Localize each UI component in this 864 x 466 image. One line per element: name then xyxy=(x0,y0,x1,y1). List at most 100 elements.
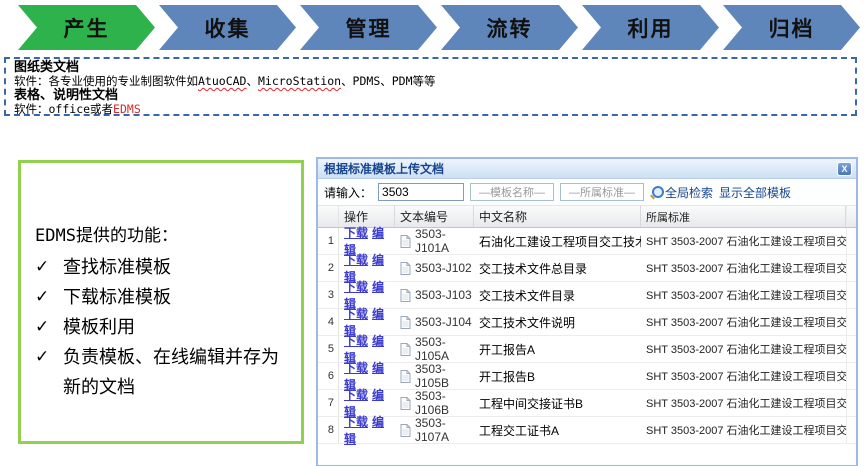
feature-item: ✓负责模板、在线编辑并存为新的文档 xyxy=(35,342,293,402)
flow-step-label: 流转 xyxy=(487,13,533,43)
row-number: 8 xyxy=(318,417,339,443)
note-title-drawings: 图纸类文档 xyxy=(14,60,847,74)
row-number: 7 xyxy=(318,390,339,416)
row-actions: 下载编辑 xyxy=(339,413,395,447)
doc-name: 开工报告A xyxy=(474,341,641,358)
doc-number-cell: 3503-J104 xyxy=(395,315,474,329)
table-row[interactable]: 2 下载编辑 3503-J102 交工技术文件总目录 SHT 3503-2007… xyxy=(318,255,856,282)
table-row[interactable]: 1 下载编辑 3503-J101A 石油化工建设工程项目交工技术文件封面A SH… xyxy=(318,228,856,255)
feature-item: ✓下载标准模板 xyxy=(35,282,293,312)
row-number: 3 xyxy=(318,282,339,308)
check-icon: ✓ xyxy=(35,312,63,342)
row-gutter xyxy=(846,282,856,308)
document-icon xyxy=(400,397,411,410)
note-title-tables: 表格、说明性文档 xyxy=(14,88,847,102)
flow-step-label: 管理 xyxy=(346,13,392,43)
download-link[interactable]: 下载 xyxy=(344,388,368,402)
download-link[interactable]: 下载 xyxy=(344,226,368,240)
doc-standard: SHT 3503-2007 石油化工建设工程项目交工… xyxy=(641,260,846,276)
check-icon: ✓ xyxy=(35,342,63,402)
spellcheck-term: AtuoCAD xyxy=(198,74,246,88)
search-input[interactable] xyxy=(378,183,464,201)
flow-step-label: 产生 xyxy=(64,13,110,43)
table-body: 1 下载编辑 3503-J101A 石油化工建设工程项目交工技术文件封面A SH… xyxy=(318,228,856,444)
table-row[interactable]: 3 下载编辑 3503-J103 交工技术文件目录 SHT 3503-2007 … xyxy=(318,282,856,309)
table-row[interactable]: 5 下载编辑 3503-J105A 开工报告A SHT 3503-2007 石油… xyxy=(318,336,856,363)
table-row[interactable]: 7 下载编辑 3503-J106B 工程中间交接证书B SHT 3503-200… xyxy=(318,390,856,417)
doc-standard: SHT 3503-2007 石油化工建设工程项目交工… xyxy=(641,368,846,384)
doc-number-cell: 3503-J103 xyxy=(395,288,474,302)
doc-number: 3503-J106B xyxy=(415,389,474,417)
global-search-button[interactable]: 全局检索 xyxy=(650,184,713,201)
table-row[interactable]: 8 下载编辑 3503-J107A 工程交工证书A SHT 3503-2007 … xyxy=(318,417,856,444)
download-link[interactable]: 下载 xyxy=(344,253,368,267)
header-gutter xyxy=(846,206,856,227)
doc-standard: SHT 3503-2007 石油化工建设工程项目交工… xyxy=(641,341,846,357)
header-standard: 所属标准 xyxy=(641,206,846,227)
check-icon: ✓ xyxy=(35,282,63,312)
doc-standard: SHT 3503-2007 石油化工建设工程项目交工… xyxy=(641,395,846,411)
search-toolbar: 请输入： —模板名称— —所属标准— 全局检索 显示全部模板 xyxy=(318,179,856,206)
feature-item: ✓查找标准模板 xyxy=(35,252,293,282)
flow-step-produce: 产生 xyxy=(18,5,155,50)
table-row[interactable]: 4 下载编辑 3503-J104 交工技术文件说明 SHT 3503-2007 … xyxy=(318,309,856,336)
download-link[interactable]: 下载 xyxy=(344,280,368,294)
row-gutter xyxy=(846,390,856,416)
doc-name: 交工技术文件说明 xyxy=(474,314,641,331)
show-all-templates-button[interactable]: 显示全部模板 xyxy=(719,184,791,201)
standard-select[interactable]: —所属标准— xyxy=(560,183,644,201)
document-icon xyxy=(400,262,411,275)
download-link[interactable]: 下载 xyxy=(344,415,368,429)
download-link[interactable]: 下载 xyxy=(344,307,368,321)
document-icon xyxy=(400,343,411,356)
doc-number-cell: 3503-J105B xyxy=(395,362,474,390)
row-gutter xyxy=(846,336,856,362)
doc-number-cell: 3503-J106B xyxy=(395,389,474,417)
doc-number: 3503-J105A xyxy=(415,335,474,363)
document-icon xyxy=(400,316,411,329)
flow-step-label: 利用 xyxy=(628,13,674,43)
doc-number: 3503-J105B xyxy=(415,362,474,390)
doc-number-cell: 3503-J102 xyxy=(395,261,474,275)
row-gutter xyxy=(846,417,856,443)
doc-number: 3503-J104 xyxy=(415,315,472,329)
header-doc-no: 文本编号 xyxy=(395,206,474,227)
flow-step-utilize: 利用 xyxy=(582,5,719,50)
doc-number: 3503-J102 xyxy=(415,261,472,275)
row-gutter xyxy=(846,255,856,281)
close-icon[interactable]: X xyxy=(837,162,852,176)
doc-standard: SHT 3503-2007 石油化工建设工程项目交工… xyxy=(641,287,846,303)
document-icon xyxy=(400,370,411,383)
doc-number: 3503-J103 xyxy=(415,288,472,302)
row-number: 6 xyxy=(318,363,339,389)
window-title: 根据标准模板上传文档 xyxy=(324,160,837,177)
features-title: EDMS提供的功能： xyxy=(35,221,293,246)
template-name-select[interactable]: —模板名称— xyxy=(470,183,554,201)
document-icon xyxy=(400,289,411,302)
upload-template-window: 根据标准模板上传文档 X 请输入： —模板名称— —所属标准— 全局检索 显示全… xyxy=(316,157,858,466)
flow-step-manage: 管理 xyxy=(300,5,437,50)
header-rownum xyxy=(318,206,339,227)
doc-name: 工程交工证书A xyxy=(474,422,641,439)
doc-standard: SHT 3503-2007 石油化工建设工程项目交工… xyxy=(641,233,846,249)
row-gutter xyxy=(846,363,856,389)
edms-features-box: EDMS提供的功能： ✓查找标准模板 ✓下载标准模板 ✓模板利用 ✓负责模板、在… xyxy=(18,160,304,444)
edms-highlight: EDMS xyxy=(113,102,141,116)
process-flow-bar: 产生 收集 管理 流转 利用 归档 xyxy=(18,5,860,50)
flow-step-transfer: 流转 xyxy=(441,5,578,50)
header-name: 中文名称 xyxy=(474,206,641,227)
document-icon xyxy=(400,235,411,248)
slide-canvas: 产生 收集 管理 流转 利用 归档 图纸类文档 软件：各专业使用的专业制图软件如… xyxy=(0,0,864,466)
doc-name: 工程中间交接证书B xyxy=(474,395,641,412)
row-number: 1 xyxy=(318,228,339,254)
doc-number-cell: 3503-J101A xyxy=(395,227,474,255)
doc-name: 交工技术文件目录 xyxy=(474,287,641,304)
doc-name: 石油化工建设工程项目交工技术文件封面A xyxy=(474,233,641,250)
document-icon xyxy=(400,424,411,437)
document-types-note: 图纸类文档 软件：各专业使用的专业制图软件如AtuoCAD、MicroStati… xyxy=(4,57,857,116)
table-row[interactable]: 6 下载编辑 3503-J105B 开工报告B SHT 3503-2007 石油… xyxy=(318,363,856,390)
download-link[interactable]: 下载 xyxy=(344,334,368,348)
flow-step-label: 收集 xyxy=(205,13,251,43)
window-titlebar: 根据标准模板上传文档 X xyxy=(318,159,856,179)
download-link[interactable]: 下载 xyxy=(344,361,368,375)
